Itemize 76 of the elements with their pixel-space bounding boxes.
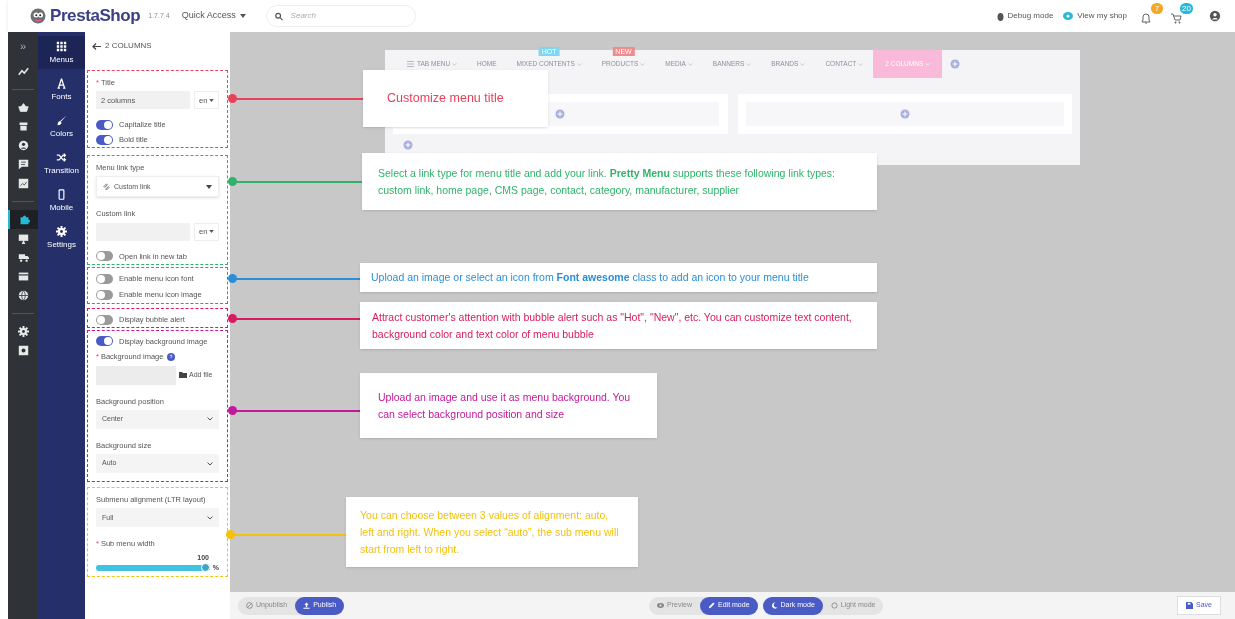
logo-icon — [30, 8, 46, 24]
brush-icon — [56, 115, 67, 126]
moon-icon — [770, 602, 778, 609]
callout-text: Attract customer's attention with bubble alert such as "Hot", "New", etc. You can customize text content, background color and text color of menu bubble — [372, 309, 853, 342]
nav-item[interactable]: Menus — [38, 36, 85, 69]
back-link[interactable]: 2 COLUMNS — [92, 40, 152, 52]
nav-item[interactable]: Settings — [38, 221, 85, 254]
header-link[interactable]: View my shop — [1063, 10, 1127, 22]
settings-icon — [56, 226, 67, 237]
slider-track[interactable] — [96, 565, 210, 572]
notification-badge: 20 — [1180, 3, 1193, 14]
toggle-switch[interactable] — [96, 134, 113, 145]
blocked-icon — [246, 602, 253, 609]
cart-icon[interactable] — [1171, 13, 1182, 24]
eye-icon — [657, 602, 665, 609]
sun-icon — [830, 602, 838, 609]
quick-access-dropdown[interactable]: Quick Access — [181, 9, 246, 23]
store-icon[interactable] — [17, 121, 29, 132]
pencil-icon — [708, 602, 715, 609]
font-icon — [56, 78, 67, 89]
toggle-switch[interactable] — [96, 290, 113, 300]
globe-icon[interactable] — [17, 290, 29, 301]
puzzle-icon[interactable] — [18, 214, 30, 225]
mobile-icon — [56, 189, 67, 200]
toggle-switch[interactable] — [96, 119, 113, 130]
chevron-down-icon — [207, 417, 213, 422]
nav-item[interactable]: Transition — [38, 147, 85, 180]
caret-icon — [209, 230, 215, 233]
slider-thumb[interactable] — [200, 563, 210, 573]
search-icon — [274, 11, 283, 21]
arrow-left-icon — [92, 42, 101, 50]
link-icon — [103, 183, 110, 191]
folder-icon — [179, 372, 187, 378]
toggle-switch[interactable] — [96, 251, 113, 262]
callout-text: Select a link type for menu title and add your link. Pretty Menu supports these following link types: custom link, home page, CMS page, contact, category, manufacturer, supplier — [378, 165, 836, 198]
callout-text: Upload an image or select an icon from Font awesome class to add an icon to your menu title — [371, 270, 809, 285]
eye-icon — [1063, 12, 1074, 20]
user-icon[interactable] — [17, 140, 29, 151]
caret-icon — [239, 14, 246, 18]
expand-toggle[interactable]: » — [19, 40, 27, 52]
chevron-down-icon — [207, 461, 213, 466]
notification-badge: 7 — [1151, 3, 1163, 14]
caret-icon — [209, 98, 215, 102]
card-icon[interactable] — [17, 271, 29, 282]
nav-item[interactable]: Fonts — [38, 73, 85, 106]
grid-icon — [56, 41, 67, 52]
toggle-switch[interactable] — [96, 336, 113, 347]
logo-text: PrestaShop — [50, 5, 141, 28]
shuffle-icon — [56, 152, 67, 163]
message-icon[interactable] — [17, 159, 29, 170]
callout-text: Customize menu title — [387, 90, 504, 107]
basket-icon[interactable] — [17, 102, 29, 113]
callout-text: Upload an image and use it as menu background. You can select background position and size — [378, 389, 632, 422]
caret-icon — [206, 184, 212, 189]
account-icon[interactable] — [1209, 10, 1221, 22]
settings-icon[interactable] — [17, 326, 29, 337]
sidebar-item[interactable] — [8, 210, 38, 229]
search-input[interactable]: Search — [290, 10, 407, 22]
toggle-switch[interactable] — [96, 314, 113, 325]
menu-icon — [407, 61, 414, 67]
upload-icon — [303, 602, 311, 609]
settings-box-icon[interactable] — [17, 345, 29, 356]
bug-icon — [996, 11, 1004, 21]
nav-item[interactable]: Mobile — [38, 184, 85, 217]
chevron-down-icon — [207, 515, 213, 520]
bell-icon[interactable] — [1141, 13, 1151, 24]
trend-icon[interactable] — [17, 66, 29, 77]
truck-icon[interactable] — [17, 252, 29, 263]
callout-text: You can choose between 3 values of alignment: auto, left and right. When you select “auto”, the sub menu will start from left to right. — [360, 507, 620, 557]
toggle-switch[interactable] — [96, 274, 113, 284]
help-icon — [167, 352, 176, 361]
chart-icon[interactable] — [17, 178, 29, 189]
header-link[interactable]: Debug mode — [996, 10, 1054, 22]
monitor-icon[interactable] — [17, 233, 29, 244]
save-icon — [1186, 602, 1194, 609]
nav-item[interactable]: Colors — [38, 110, 85, 143]
